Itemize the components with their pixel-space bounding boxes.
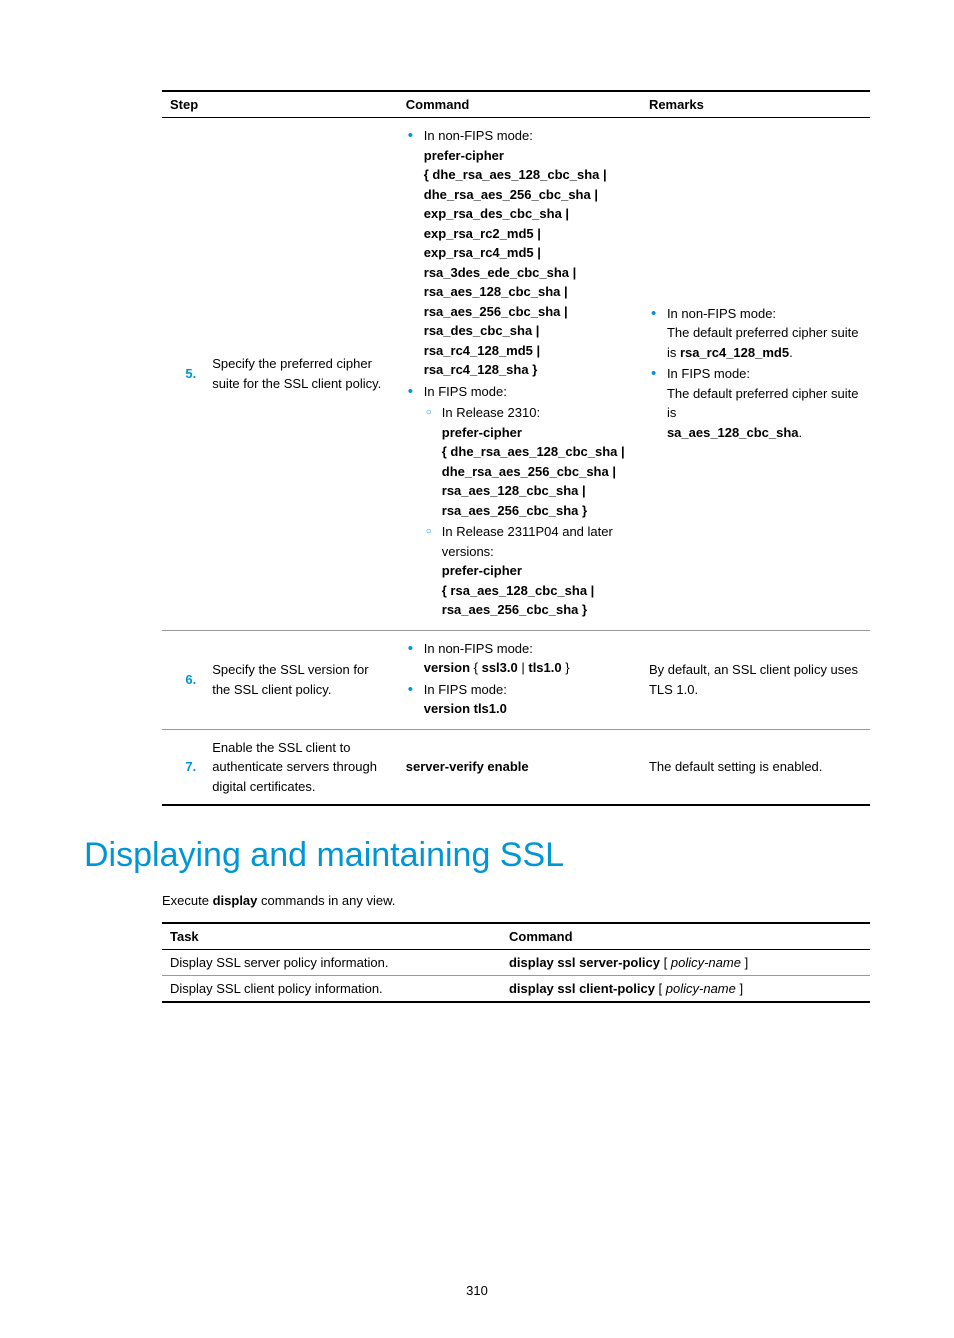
step-remarks: By default, an SSL client policy uses TL… — [641, 630, 870, 729]
step-description: Enable the SSL client to authenticate se… — [204, 729, 398, 805]
ssl-steps-table: Step Command Remarks 5. Specify the pref… — [162, 90, 870, 806]
section-heading: Displaying and maintaining SSL — [84, 836, 870, 875]
table-row: 7. Enable the SSL client to authenticate… — [162, 729, 870, 805]
step-number: 5. — [162, 118, 204, 631]
col-step: Step — [162, 91, 398, 118]
step-remarks: The default setting is enabled. — [641, 729, 870, 805]
task-command: display ssl server-policy [ policy-name … — [501, 950, 870, 976]
step-command: server-verify enable — [398, 729, 641, 805]
task-desc: Display SSL server policy information. — [162, 950, 501, 976]
col-command: Command — [501, 923, 870, 950]
intro-text: Execute display commands in any view. — [162, 893, 870, 908]
step-description: Specify the SSL version for the SSL clie… — [204, 630, 398, 729]
step-number: 7. — [162, 729, 204, 805]
table-row: Display SSL client policy information. d… — [162, 976, 870, 1003]
task-desc: Display SSL client policy information. — [162, 976, 501, 1003]
step-description: Specify the preferred cipher suite for t… — [204, 118, 398, 631]
table-row: 5. Specify the preferred cipher suite fo… — [162, 118, 870, 631]
col-command: Command — [398, 91, 641, 118]
task-command: display ssl client-policy [ policy-name … — [501, 976, 870, 1003]
step-command: In non-FIPS mode: prefer-cipher { dhe_rs… — [398, 118, 641, 631]
step-command: In non-FIPS mode: version { ssl3.0 | tls… — [398, 630, 641, 729]
col-task: Task — [162, 923, 501, 950]
display-commands-table: Task Command Display SSL server policy i… — [162, 922, 870, 1003]
col-remarks: Remarks — [641, 91, 870, 118]
step-remarks: In non-FIPS mode: The default preferred … — [641, 118, 870, 631]
table-row: Display SSL server policy information. d… — [162, 950, 870, 976]
step-number: 6. — [162, 630, 204, 729]
table-row: 6. Specify the SSL version for the SSL c… — [162, 630, 870, 729]
